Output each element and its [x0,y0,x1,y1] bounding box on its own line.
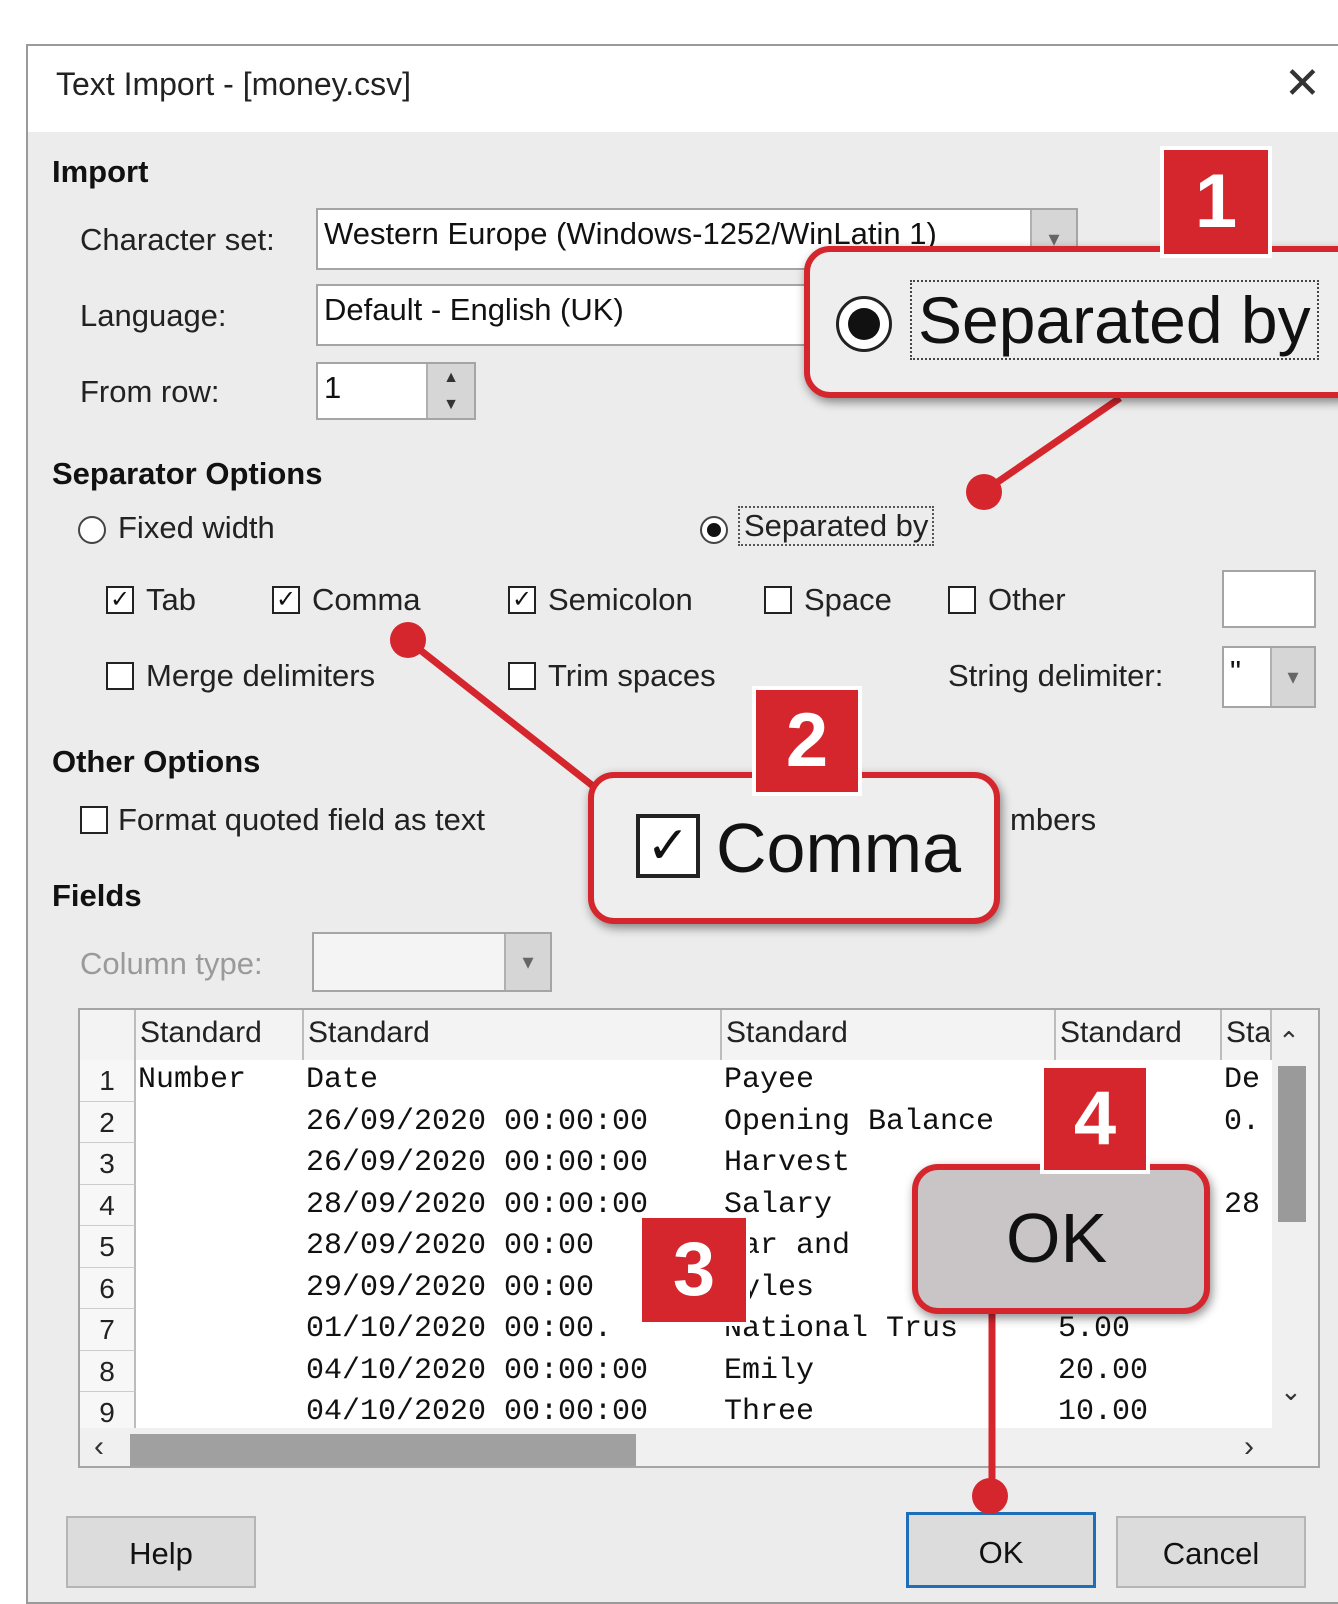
step-badge-2: 2 [752,686,862,796]
step-badge-3: 3 [638,1214,750,1326]
zoom-separated-text: Separated by [910,280,1319,360]
zoom-comma-text: Comma [716,809,962,887]
connector-line-2 [407,639,601,793]
zoom-ok-text: OK [1006,1199,1108,1277]
step-badge-4: 4 [1040,1064,1150,1174]
callout-dot-1 [966,474,1002,510]
connector-line-1 [984,395,1122,493]
step-badge-1: 1 [1160,146,1272,258]
zoom-checkbox-icon: ✓ [636,814,700,878]
zoom-radio-icon [836,296,892,352]
callout-dot-4 [972,1478,1008,1514]
callout-dot-2 [390,622,426,658]
